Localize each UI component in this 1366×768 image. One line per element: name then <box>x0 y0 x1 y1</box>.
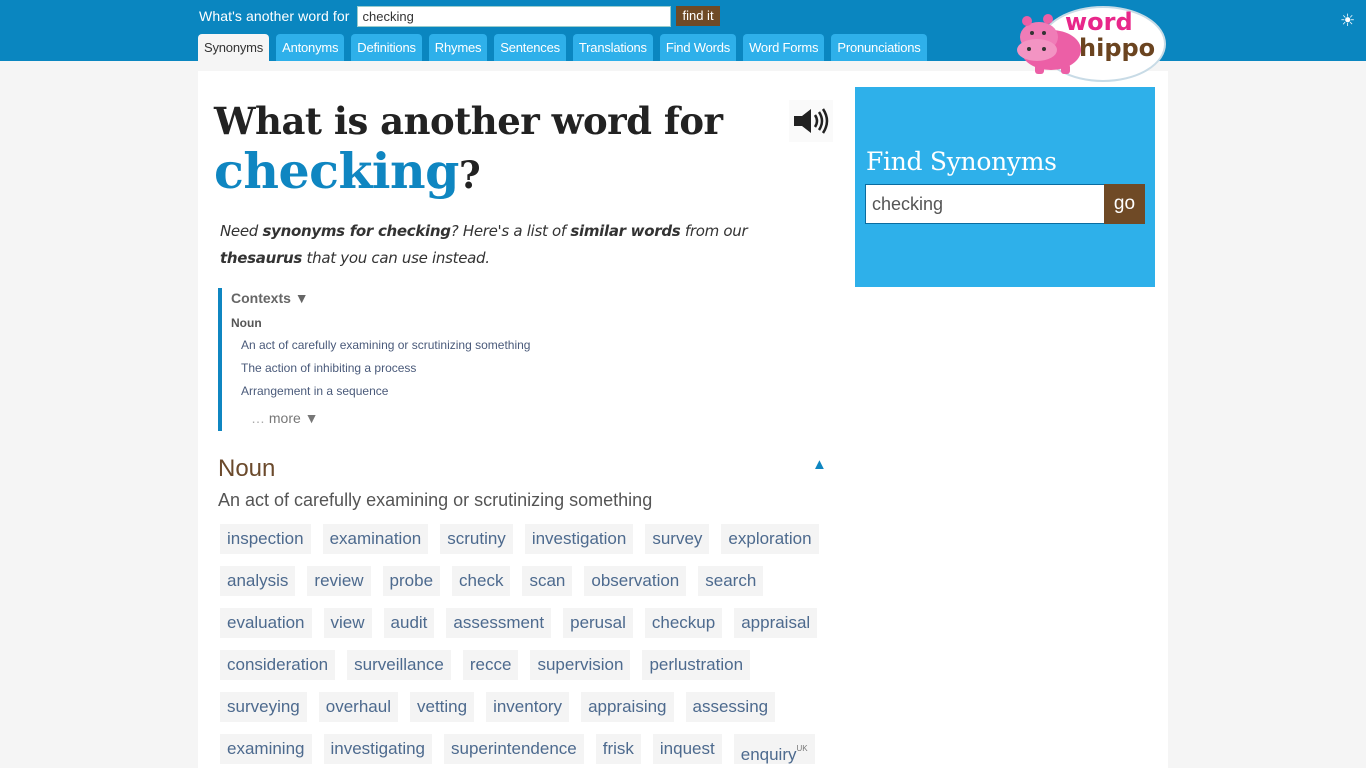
tab-rhymes[interactable]: Rhymes <box>428 34 488 61</box>
section-definition: An act of carefully examining or scrutin… <box>218 490 653 510</box>
find-it-button[interactable]: find it <box>676 6 720 26</box>
nav-tabs: Synonyms Antonyms Definitions Rhymes Sen… <box>198 34 934 61</box>
synonym-word[interactable]: appraising <box>581 692 674 722</box>
synonym-word[interactable]: appraisal <box>734 608 818 638</box>
synonym-word[interactable]: examination <box>322 524 429 554</box>
synonym-word[interactable]: scrutiny <box>440 524 513 554</box>
intro-bold: thesaurus <box>220 249 303 267</box>
find-synonyms-widget: Find Synonyms go <box>855 87 1155 287</box>
intro-part: ? Here's a list of <box>450 222 571 240</box>
intro-text: Need synonyms for checking? Here's a lis… <box>220 218 832 272</box>
synonym-word[interactable]: vetting <box>409 692 475 722</box>
context-link[interactable]: Arrangement in a sequence <box>241 384 618 399</box>
contexts-part-of-speech: Noun <box>231 316 262 330</box>
context-link[interactable]: The action of inhibiting a process <box>241 361 618 376</box>
synonym-word[interactable]: investigating <box>323 734 433 764</box>
tab-word-forms[interactable]: Word Forms <box>743 34 825 61</box>
synonym-word[interactable]: perusal <box>563 608 633 638</box>
speaker-icon <box>794 108 829 134</box>
synonym-word[interactable]: surveillance <box>347 650 451 680</box>
synonym-word[interactable]: recce <box>462 650 519 680</box>
synonym-word[interactable]: review <box>307 566 371 596</box>
contexts-panel: Contexts ▼ Noun An act of carefully exam… <box>218 288 618 431</box>
synonym-word[interactable]: inquest <box>652 734 722 764</box>
more-dots: … <box>251 410 265 426</box>
tab-definitions[interactable]: Definitions <box>351 34 422 61</box>
synonym-word[interactable]: perlustration <box>642 650 751 680</box>
intro-part: from our <box>680 222 748 240</box>
synonym-text: enquiry <box>740 745 797 764</box>
widget-title: Find Synonyms <box>866 147 1057 176</box>
synonym-word[interactable]: consideration <box>220 650 336 680</box>
synonym-row: surveying overhaul vetting inventory app… <box>220 692 840 722</box>
tab-find-words[interactable]: Find Words <box>659 34 737 61</box>
synonym-word[interactable]: examining <box>220 734 312 764</box>
context-link[interactable]: An act of carefully examining or scrutin… <box>241 338 618 353</box>
synonym-word[interactable]: inspection <box>220 524 311 554</box>
tab-sentences[interactable]: Sentences <box>494 34 566 61</box>
search-label: What's another word for <box>199 8 350 24</box>
synonym-word[interactable]: superintendence <box>444 734 584 764</box>
page-title: What is another word for checking? <box>214 96 723 200</box>
go-button[interactable]: go <box>1104 184 1145 224</box>
synonym-word[interactable]: surveying <box>220 692 307 722</box>
section-part-of-speech: Noun <box>218 455 276 482</box>
synonym-row: consideration surveillance recce supervi… <box>220 650 840 680</box>
synonym-word[interactable]: assessment <box>446 608 552 638</box>
tab-pronunciations[interactable]: Pronunciations <box>831 34 927 61</box>
synonym-word[interactable]: evaluation <box>220 608 312 638</box>
title-prefix: What is another word for <box>214 99 723 143</box>
logo-hippo: hippo <box>1079 34 1155 62</box>
top-search-input[interactable] <box>357 5 672 27</box>
synonym-word[interactable]: search <box>698 566 764 596</box>
intro-part: Need <box>220 222 263 240</box>
intro-bold: similar words <box>570 222 681 240</box>
sun-icon[interactable]: ☀ <box>1340 11 1355 31</box>
synonym-word[interactable]: analysis <box>220 566 296 596</box>
synonym-word[interactable]: assessing <box>685 692 776 722</box>
title-word: checking <box>214 142 459 200</box>
tab-antonyms[interactable]: Antonyms <box>276 34 345 61</box>
top-search: What's another word for find it <box>199 5 720 27</box>
synonym-word[interactable]: survey <box>645 524 710 554</box>
synonym-word[interactable]: audit <box>383 608 435 638</box>
synonym-search-input[interactable] <box>865 184 1105 224</box>
synonym-word[interactable]: check <box>452 566 511 596</box>
synonym-word[interactable]: exploration <box>721 524 819 554</box>
synonym-word[interactable]: observation <box>584 566 687 596</box>
synonym-row: examining investigating superintendence … <box>220 734 840 764</box>
synonym-word[interactable]: investigation <box>524 524 634 554</box>
collapse-up-icon[interactable]: ▲ <box>812 456 827 473</box>
contexts-more-button[interactable]: … more ▼ <box>251 410 618 426</box>
title-question-mark: ? <box>458 153 481 197</box>
synonym-word[interactable]: supervision <box>530 650 631 680</box>
logo-word: word <box>1065 8 1133 36</box>
synonym-word[interactable]: inventory <box>486 692 570 722</box>
synonym-list: inspection examination scrutiny investig… <box>220 524 840 768</box>
intro-part: that you can use instead. <box>302 249 490 267</box>
wordhippo-logo[interactable]: word hippo <box>1015 4 1167 82</box>
synonym-word[interactable]: frisk <box>595 734 641 764</box>
tab-synonyms[interactable]: Synonyms <box>198 34 270 61</box>
synonym-row: evaluation view audit assessment perusal… <box>220 608 840 638</box>
more-label: more ▼ <box>268 410 319 426</box>
synonym-word[interactable]: overhaul <box>318 692 398 722</box>
synonym-word[interactable]: probe <box>382 566 441 596</box>
contexts-toggle[interactable]: Contexts ▼ <box>231 290 618 306</box>
synonym-row: analysis review probe check scan observa… <box>220 566 840 596</box>
synonym-row: inspection examination scrutiny investig… <box>220 524 840 554</box>
pronounce-button[interactable] <box>789 100 833 142</box>
intro-bold: synonyms for checking <box>262 222 451 240</box>
tab-translations[interactable]: Translations <box>572 34 653 61</box>
synonym-word-enquiry[interactable]: enquiryUK <box>733 734 815 764</box>
synonym-word[interactable]: view <box>323 608 372 638</box>
synonym-word[interactable]: checkup <box>644 608 723 638</box>
region-tag: UK <box>796 744 808 753</box>
synonym-word[interactable]: scan <box>522 566 573 596</box>
